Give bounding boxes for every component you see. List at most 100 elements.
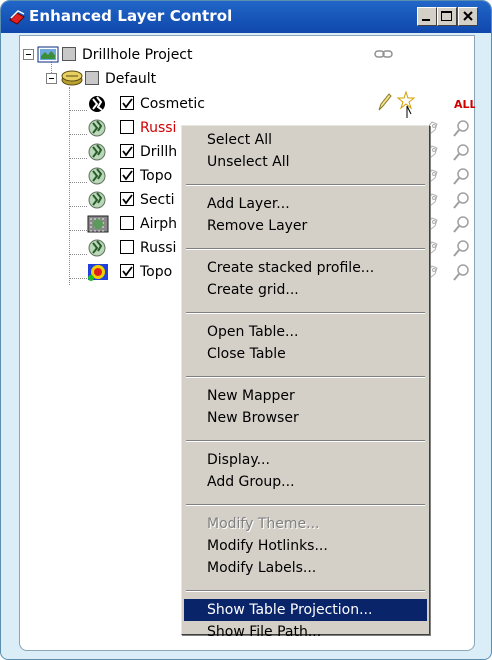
layer-visibility-checkbox[interactable]: [120, 144, 134, 158]
window-title: Enhanced Layer Control: [29, 7, 233, 25]
zoom-magnifier-icon[interactable]: [452, 215, 472, 233]
menu-item-label: Add Layer...: [207, 196, 290, 212]
checkmark-icon: [122, 194, 133, 205]
maximize-button[interactable]: [437, 7, 457, 26]
close-button[interactable]: [458, 7, 478, 26]
zoom-magnifier-icon[interactable]: [452, 191, 472, 209]
menu-item-label: Close Table: [207, 346, 286, 362]
globe-icon: [89, 96, 105, 112]
checkmark-icon: [122, 98, 133, 109]
menu-item-label: Remove Layer: [207, 218, 308, 234]
close-icon: [463, 11, 473, 21]
menu-item-label: Modify Theme...: [207, 516, 320, 532]
tree-connector: [69, 87, 70, 285]
checkmark-icon: [122, 146, 133, 157]
menu-item-label: New Browser: [207, 410, 299, 426]
menu-item-select-all[interactable]: Select All: [184, 129, 427, 151]
layer-visibility-checkbox[interactable]: [120, 168, 134, 182]
menu-item-label: Modify Hotlinks...: [207, 538, 328, 554]
layer-label[interactable]: Airph: [140, 216, 177, 232]
globe-icon: [88, 239, 106, 257]
maximize-icon: [441, 11, 452, 21]
map-icon: [37, 46, 59, 63]
root-collapse-toggle[interactable]: [23, 49, 34, 60]
layer-visibility-checkbox[interactable]: [120, 240, 134, 254]
context-menu: Select All Unselect All Add Layer... Remove…: [181, 125, 430, 640]
all-label-icon[interactable]: ALL: [453, 95, 475, 111]
tree-connector: [69, 158, 87, 159]
layer-label[interactable]: Russi: [140, 120, 176, 136]
menu-item-add-layer[interactable]: Add Layer...: [184, 193, 427, 215]
menu-item-create-grid[interactable]: Create grid...: [184, 279, 427, 301]
group-label[interactable]: Default: [105, 71, 156, 87]
enhanced-layer-control-window: Enhanced Layer Control Drillhole Project: [0, 0, 492, 660]
layer-visibility-checkbox[interactable]: [120, 120, 134, 134]
menu-item-add-group[interactable]: Add Group...: [184, 471, 427, 493]
globe-icon: [88, 119, 106, 137]
layer-visibility-checkbox[interactable]: [120, 216, 134, 230]
menu-item-label: Add Group...: [207, 474, 295, 490]
minimize-icon: [422, 19, 430, 21]
minimize-button[interactable]: [417, 7, 437, 26]
group-collapse-toggle[interactable]: [46, 73, 57, 84]
menu-item-show-table-projection[interactable]: Show Table Projection...: [184, 599, 427, 621]
svg-text:ALL: ALL: [454, 98, 475, 111]
menu-item-label: Modify Labels...: [207, 560, 317, 576]
zoom-magnifier-icon[interactable]: [452, 167, 472, 185]
tree-connector: [69, 230, 87, 231]
layer-label[interactable]: Topo: [140, 264, 172, 280]
layer-label[interactable]: Topo: [140, 168, 172, 184]
globe-icon: [88, 191, 106, 209]
layer-visibility-checkbox[interactable]: [120, 192, 134, 206]
globe-icon: [88, 167, 106, 185]
menu-item-create-stacked-profile[interactable]: Create stacked profile...: [184, 257, 427, 279]
tree-connector: [69, 278, 87, 279]
layer-label[interactable]: Drillh: [140, 144, 177, 160]
menu-item-unselect-all[interactable]: Unselect All: [184, 151, 427, 173]
menu-item-close-table[interactable]: Close Table: [184, 343, 427, 365]
zoom-magnifier-icon[interactable]: [452, 263, 472, 281]
menu-separator: [186, 248, 425, 250]
menu-item-label: Open Table...: [207, 324, 299, 340]
menu-item-label: New Mapper: [207, 388, 295, 404]
root-layer-checkbox[interactable]: [62, 47, 76, 61]
menu-item-open-table[interactable]: Open Table...: [184, 321, 427, 343]
layer-control-icon: [9, 10, 25, 25]
tree-connector: [69, 110, 87, 111]
layer-label[interactable]: Russi: [140, 240, 176, 256]
group-layers-icon: [61, 70, 83, 86]
menu-item-new-mapper[interactable]: New Mapper: [184, 385, 427, 407]
menu-item-remove-layer[interactable]: Remove Layer: [184, 215, 427, 237]
zoom-magnifier-icon[interactable]: [452, 119, 472, 137]
layer-label[interactable]: Secti: [140, 192, 175, 208]
layer-label[interactable]: Cosmetic: [140, 96, 205, 112]
link-icon[interactable]: [374, 48, 394, 60]
zoom-magnifier-icon[interactable]: [452, 239, 472, 257]
zoom-magnifier-icon[interactable]: [452, 143, 472, 161]
edit-pencil-icon[interactable]: [376, 92, 392, 112]
root-project-label[interactable]: Drillhole Project: [82, 47, 193, 63]
menu-item-modify-theme[interactable]: Modify Theme...: [184, 513, 427, 535]
menu-separator: [186, 312, 425, 314]
layer-visibility-checkbox[interactable]: [120, 96, 134, 110]
menu-item-label: Show File Path...: [207, 624, 322, 640]
menu-item-label: Show Table Projection...: [207, 602, 373, 618]
menu-item-label: Display...: [207, 452, 270, 468]
menu-item-display[interactable]: Display...: [184, 449, 427, 471]
menu-item-new-browser[interactable]: New Browser: [184, 407, 427, 429]
selectable-star-icon[interactable]: [396, 90, 420, 120]
group-checkbox[interactable]: [85, 71, 99, 85]
menu-item-label: Select All: [207, 132, 272, 148]
menu-item-show-file-path[interactable]: Show File Path...: [184, 621, 427, 643]
menu-item-label: Create stacked profile...: [207, 260, 375, 276]
checkmark-icon: [122, 266, 133, 277]
title-bar[interactable]: Enhanced Layer Control: [1, 1, 491, 33]
menu-item-modify-hotlinks[interactable]: Modify Hotlinks...: [184, 535, 427, 557]
tree-connector: [69, 254, 87, 255]
tree-connector: [69, 206, 87, 207]
menu-separator: [186, 184, 425, 186]
globe-icon: [88, 143, 106, 161]
layer-visibility-checkbox[interactable]: [120, 264, 134, 278]
tree-connector: [69, 134, 87, 135]
menu-item-modify-labels[interactable]: Modify Labels...: [184, 557, 427, 579]
